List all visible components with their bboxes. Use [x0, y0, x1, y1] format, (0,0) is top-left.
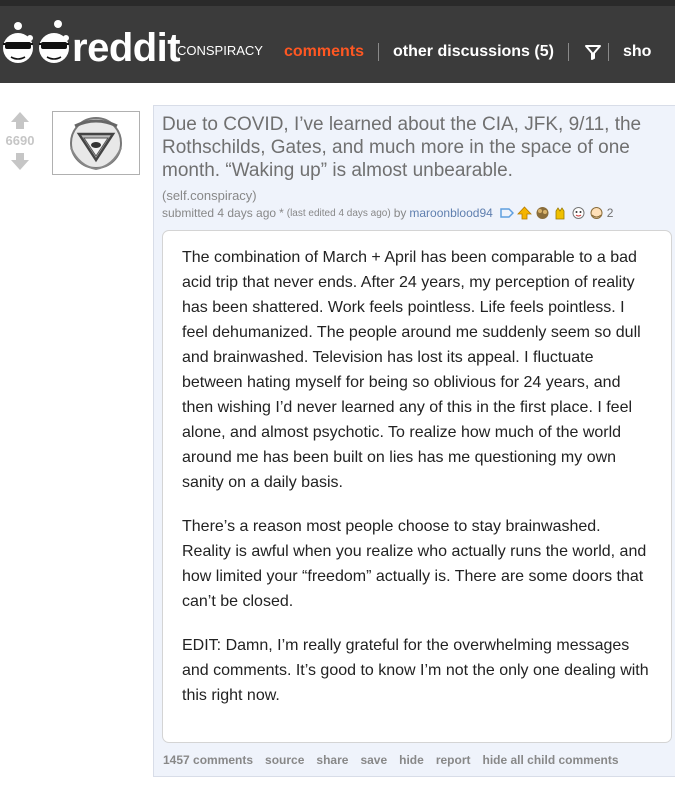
post-body: The combination of March + April has bee…: [162, 230, 672, 743]
body-paragraph: There’s a reason most people choose to s…: [182, 518, 647, 610]
pyramid-eye-icon: [70, 117, 122, 171]
upvote-arrow-icon[interactable]: [0, 112, 40, 129]
save-button[interactable]: save: [360, 753, 387, 767]
post-thumbnail[interactable]: [52, 111, 140, 175]
submitted-time: submitted 4 days ago: [162, 206, 277, 220]
helpful-award-icon: [516, 206, 532, 220]
downvote-arrow-icon[interactable]: [0, 153, 40, 170]
tab-separator: [567, 43, 569, 61]
post-title[interactable]: Due to COVID, I’ve learned about the CIA…: [162, 113, 674, 182]
tab-bar: comments other discussions (5) sho: [284, 42, 660, 62]
body-paragraph: The combination of March + April has bee…: [182, 249, 641, 491]
tab-other-discussions[interactable]: other discussions (5): [393, 43, 563, 61]
tab-comments[interactable]: comments: [284, 43, 373, 61]
tag-icon: [500, 208, 514, 218]
post-domain[interactable]: (self.conspiracy): [162, 188, 257, 203]
source-button[interactable]: source: [265, 753, 304, 767]
hide-button[interactable]: hide: [399, 753, 424, 767]
header-bar: reddit CONSPIRACY comments other discuss…: [0, 0, 675, 83]
filter-icon[interactable]: [583, 42, 603, 62]
tab-show[interactable]: sho: [623, 43, 660, 61]
hands-award-icon: [555, 207, 565, 220]
post-entry: Due to COVID, I’ve learned about the CIA…: [153, 105, 675, 777]
post-tagline: submitted 4 days ago * (last edited 4 da…: [162, 206, 613, 220]
edited-star: *: [279, 206, 284, 220]
tab-separator: [607, 43, 609, 61]
post-buttons: 1457 comments source share save hide rep…: [163, 753, 619, 767]
vote-column: 6690: [0, 112, 40, 170]
subreddit-name[interactable]: CONSPIRACY: [177, 43, 263, 58]
author-link[interactable]: maroonblood94: [409, 206, 492, 220]
awards[interactable]: 2: [499, 206, 614, 220]
face-award-icon: [572, 207, 585, 219]
by-label: by: [393, 206, 407, 220]
body-paragraph: EDIT: Damn, I’m really grateful for the …: [182, 637, 649, 704]
tab-separator: [378, 43, 380, 61]
brain-award-icon: [536, 207, 549, 219]
share-button[interactable]: share: [316, 753, 348, 767]
hide-child-comments-button[interactable]: hide all child comments: [482, 753, 618, 767]
snoo-icon: [3, 20, 69, 63]
logo-wordmark: reddit: [72, 26, 181, 70]
hug-award-icon: [590, 207, 603, 219]
award-count: 2: [606, 206, 614, 220]
report-button[interactable]: report: [436, 753, 471, 767]
edited-time: (last edited 4 days ago): [286, 207, 391, 219]
comments-link[interactable]: 1457 comments: [163, 753, 253, 767]
reddit-logo[interactable]: reddit: [0, 12, 181, 70]
post-score: 6690: [5, 133, 35, 148]
